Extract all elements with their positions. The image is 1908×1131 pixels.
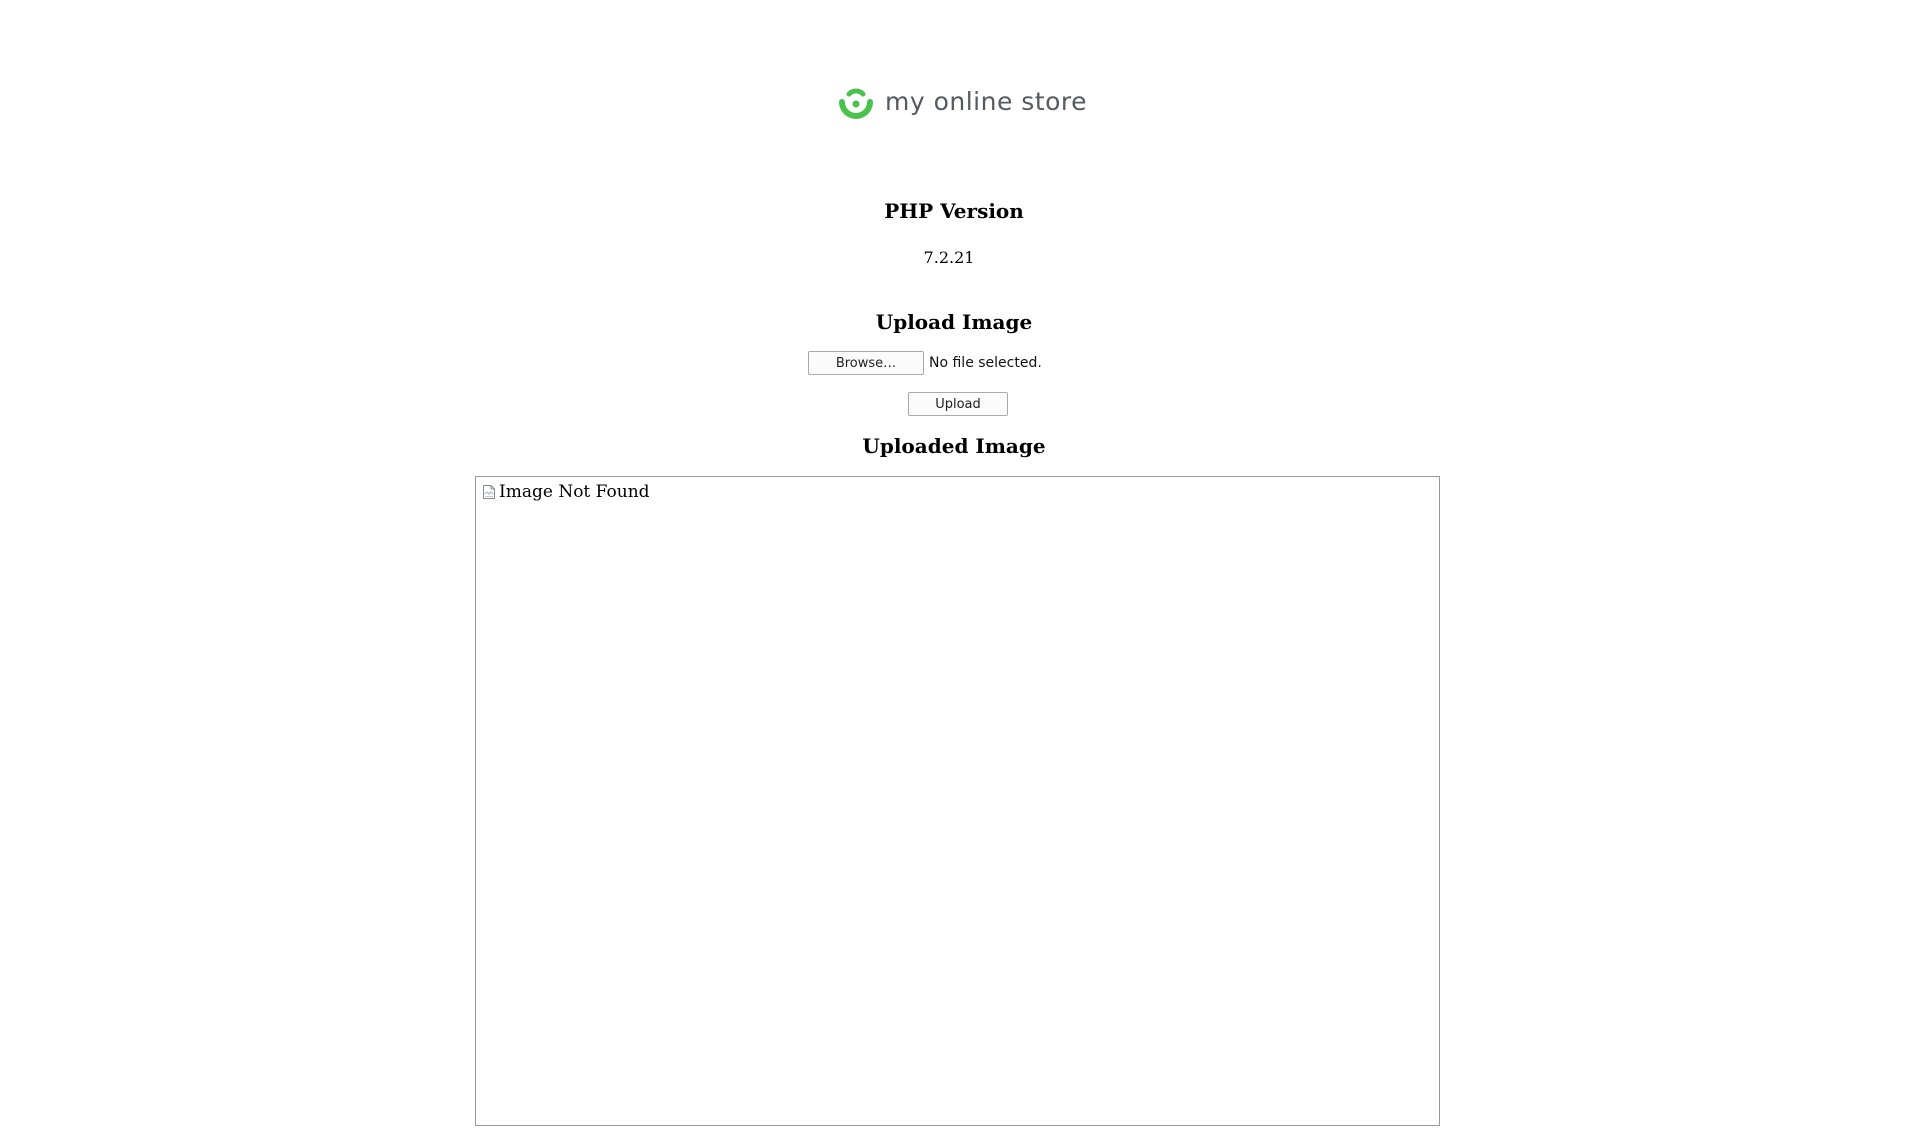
upload-button[interactable]: Upload bbox=[908, 392, 1008, 416]
browse-button[interactable]: Browse… bbox=[808, 351, 924, 375]
smile-logo-icon bbox=[839, 88, 873, 119]
upload-image-heading: Upload Image bbox=[0, 310, 1908, 334]
uploaded-image: Image Not Found bbox=[482, 482, 650, 502]
image-alt-text: Image Not Found bbox=[499, 482, 650, 502]
php-version-value: 7.2.21 bbox=[923, 248, 975, 267]
file-status-text: No file selected. bbox=[929, 355, 1042, 371]
uploaded-image-heading: Uploaded Image bbox=[0, 434, 1908, 458]
php-version-heading: PHP Version bbox=[0, 199, 1908, 223]
broken-image-icon bbox=[483, 485, 495, 499]
logo-text: my online store bbox=[885, 87, 1088, 116]
store-logo: my online store bbox=[836, 82, 1087, 122]
php-version-title: PHP Version bbox=[884, 199, 1024, 223]
upload-image-title: Upload Image bbox=[875, 310, 1033, 334]
uploaded-image-frame: Image Not Found bbox=[475, 476, 1440, 1126]
uploaded-image-title: Uploaded Image bbox=[862, 434, 1046, 458]
file-input[interactable]: Browse… No file selected. bbox=[808, 351, 1042, 375]
